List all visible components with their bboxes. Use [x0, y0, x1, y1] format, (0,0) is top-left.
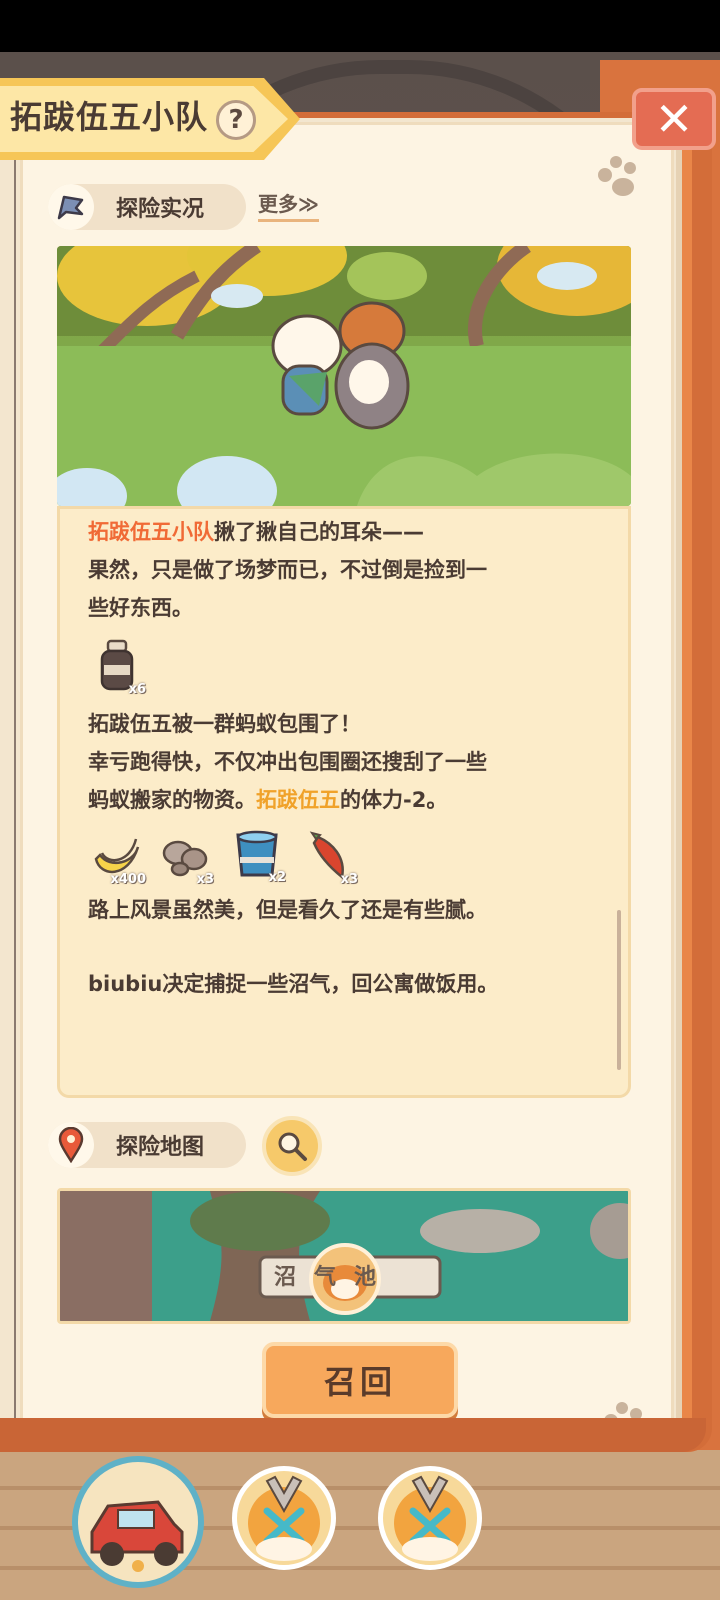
- screen: 拓跋伍五小队 ? ✕ 探险实况 更多≫ 拓跋伍五小队揪了揪自己的耳朵—— 果然，…: [0, 0, 720, 1600]
- book-cover-bottom: [0, 1418, 706, 1452]
- map-section-header: 探险地图: [48, 1122, 246, 1168]
- report-section-header: 探险实况: [48, 184, 246, 230]
- map-zoom-button[interactable]: [262, 1116, 322, 1176]
- adventure-scene-image: [57, 246, 631, 506]
- log-line: 果然，只是做了场梦而已，不过倒是捡到一: [88, 558, 487, 582]
- log-line: 拓跋伍五小队揪了揪自己的耳朵——: [88, 513, 424, 551]
- item-quantity: x3: [196, 872, 214, 887]
- map-location-sign: 沼气池: [274, 1265, 395, 1290]
- team-name: 拓跋伍五小队: [88, 520, 214, 544]
- log-line: 些好东西。: [88, 596, 193, 620]
- recall-button[interactable]: 召回: [262, 1342, 458, 1418]
- page-edge: [14, 140, 16, 1430]
- report-section-label: 探险实况: [116, 197, 205, 222]
- member-avatar[interactable]: [378, 1466, 482, 1570]
- banana-icon: x400: [90, 829, 146, 887]
- item-quantity: x2: [268, 870, 286, 885]
- adventure-map[interactable]: 沼气池: [57, 1188, 631, 1324]
- status-bar: [0, 0, 720, 52]
- tiger-icon: [394, 1475, 466, 1561]
- magnifier-icon: [278, 1132, 307, 1161]
- recall-button-label: 召回: [323, 1363, 396, 1401]
- jeep-icon: [90, 1500, 184, 1572]
- item-quantity: x3: [340, 872, 358, 887]
- flag-icon: [48, 184, 94, 230]
- close-button[interactable]: ✕: [632, 88, 716, 150]
- location-pin-icon: [48, 1122, 94, 1168]
- help-button[interactable]: ?: [216, 100, 256, 140]
- vehicle-avatar[interactable]: [72, 1456, 204, 1588]
- map-section-label: 探险地图: [116, 1135, 205, 1160]
- log-line: 蚂蚁搬家的物资。拓跋伍五的体力-2。: [88, 781, 447, 819]
- log-line: 幸亏跑得快，不仅冲出包围圈还搜刮了一些: [88, 750, 487, 774]
- bottle-icon: x6: [90, 639, 146, 697]
- tiger-icon: [248, 1475, 320, 1561]
- log-line: biubiu决定捕捉一些沼气，回公寓做饭用。: [88, 972, 499, 996]
- adventure-log[interactable]: 拓跋伍五小队揪了揪自己的耳朵—— 果然，只是做了场梦而已，不过倒是捡到一 些好东…: [57, 506, 631, 1098]
- item-quantity: x6: [128, 682, 146, 697]
- log-line: 拓跋伍五被一群蚂蚁包围了！: [88, 712, 361, 736]
- log-scrollbar[interactable]: [617, 910, 621, 1070]
- paw-icon: [596, 154, 642, 200]
- log-text: 的体力-2。: [340, 788, 448, 812]
- close-icon: ✕: [654, 92, 694, 146]
- member-avatar[interactable]: [232, 1466, 336, 1570]
- more-link[interactable]: 更多≫: [258, 188, 319, 222]
- member-name: 拓跋伍五: [256, 788, 340, 812]
- log-text: 蚂蚁搬家的物资。: [88, 788, 256, 812]
- stones-icon: x3: [158, 829, 214, 887]
- log-line: 路上风景虽然美，但是看久了还是有些腻。: [88, 898, 487, 922]
- water-bucket-icon: x2: [230, 827, 286, 885]
- item-quantity: x400: [110, 872, 146, 887]
- page-title: 拓跋伍五小队: [10, 98, 209, 136]
- log-text: 揪了揪自己的耳朵——: [214, 520, 424, 544]
- chili-pepper-icon: x3: [302, 829, 358, 887]
